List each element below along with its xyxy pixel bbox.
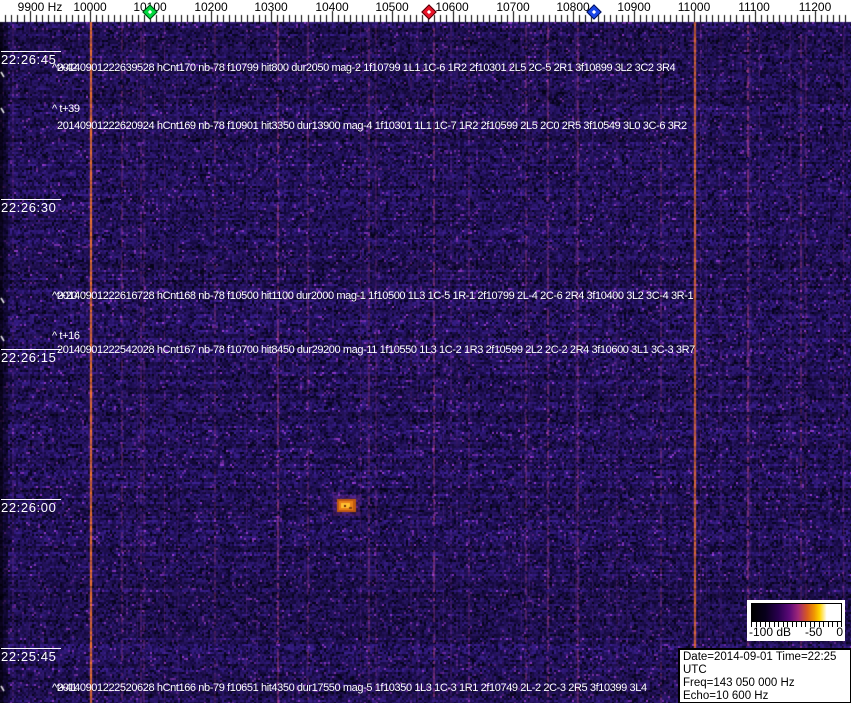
marker-center-dot: [592, 10, 596, 14]
color-gradient-bar: [751, 603, 842, 622]
info-frequency: Freq=143 050 000 Hz: [683, 677, 850, 690]
time-axis-label: 22:26:30: [1, 199, 61, 214]
legend-label-min: -100 dB: [749, 626, 791, 639]
event-log-line: 20140901222542028 hCnt167 nb-78 f10700 h…: [57, 344, 695, 356]
time-label-text: 22:26:00: [1, 501, 61, 514]
freq-axis-label: 10700: [496, 1, 529, 13]
event-log-line: 20140901222639528 hCnt170 nb-78 f10799 h…: [57, 62, 675, 74]
event-log-line: 20140901222620924 hCnt169 nb-78 f10901 h…: [57, 120, 687, 132]
info-echo: Echo=10 600 Hz: [683, 690, 850, 703]
freq-axis-label: 9900 Hz: [18, 1, 63, 13]
spectrogram-window: 9900 Hz100001010010200103001040010500106…: [0, 0, 851, 703]
legend-label-max: 0: [836, 626, 843, 639]
freq-axis-label: 10900: [617, 1, 650, 13]
db-color-scale-legend: -100 dB -50 0: [747, 600, 845, 641]
time-label-text: 22:25:45: [1, 650, 61, 663]
info-date-time: Date=2014-09-01 Time=22:25 UTC: [683, 651, 850, 677]
legend-label-mid: -50: [805, 626, 822, 639]
freq-axis-label: 11100: [738, 1, 770, 13]
freq-axis-label: 10400: [315, 1, 348, 13]
event-trigger-marker: ^t+20: [52, 290, 77, 302]
event-trigger-marker: ^ t+39: [52, 103, 80, 115]
marker-center-dot: [148, 10, 152, 14]
marker-center-dot: [427, 10, 431, 14]
event-log-line: 20140901222520628 hCnt166 nb-79 f10651 h…: [57, 682, 647, 694]
time-label-text: 22:26:15: [1, 351, 61, 364]
freq-axis-label: 11200: [799, 1, 831, 13]
time-axis-label: 22:26:00: [1, 499, 61, 514]
freq-axis-label: 10000: [73, 1, 106, 13]
freq-axis-label: 10300: [254, 1, 287, 13]
freq-axis-label: 10600: [435, 1, 468, 13]
time-axis-label: 22:25:45: [1, 648, 61, 663]
status-info-box: Date=2014-09-01 Time=22:25 UTC Freq=143 …: [678, 648, 851, 703]
freq-axis-label: 10500: [375, 1, 408, 13]
event-trigger-marker: ^ t+16: [52, 330, 80, 342]
event-trigger-marker: ^t+41: [52, 682, 77, 694]
freq-axis-label: 10800: [556, 1, 589, 13]
event-trigger-marker: ^t+42: [52, 62, 77, 74]
freq-axis-label: 11000: [678, 1, 710, 13]
time-axis-label: 22:26:15: [1, 349, 61, 364]
event-log-line: 20140901222616728 hCnt168 nb-78 f10500 h…: [57, 290, 693, 302]
time-label-text: 22:26:30: [1, 201, 61, 214]
freq-axis-label: 10200: [194, 1, 227, 13]
